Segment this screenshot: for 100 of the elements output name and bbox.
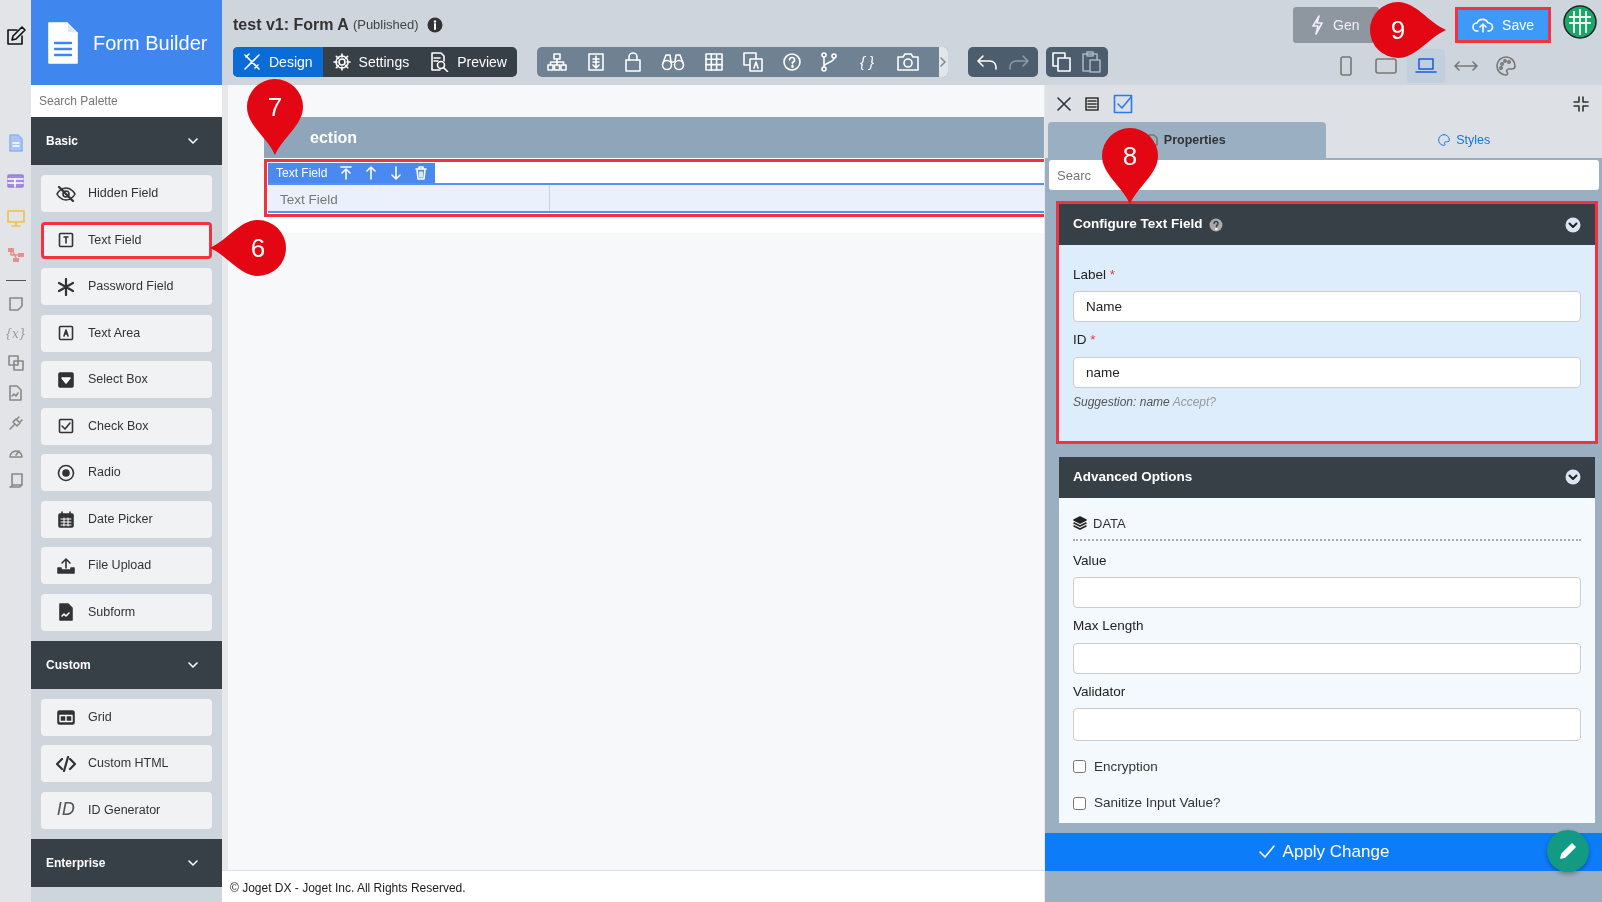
- arrow-down-icon[interactable]: [390, 166, 403, 180]
- palette-item[interactable]: Custom HTML: [41, 745, 212, 782]
- palette-item[interactable]: File Upload: [41, 547, 212, 584]
- callout-tooltip: 6: [208, 218, 288, 278]
- checkbox-label: Encryption: [1094, 757, 1158, 776]
- palette-item[interactable]: Radio: [41, 454, 212, 491]
- mode-tab[interactable]: Settings: [322, 47, 420, 77]
- scroll-icon[interactable]: [8, 473, 23, 489]
- phone-icon: [1340, 56, 1353, 76]
- palette-item[interactable]: ID ID Generator: [41, 791, 212, 829]
- table-icon[interactable]: [7, 174, 24, 188]
- id-glyph: ID: [57, 798, 75, 822]
- document-search-icon: [429, 52, 450, 72]
- category-title: Basic: [46, 133, 79, 150]
- palette-item[interactable]: Check Box: [41, 407, 212, 445]
- form-title: test v1: Form A: [233, 15, 349, 35]
- mode-tab[interactable]: Design: [233, 47, 323, 77]
- category-header[interactable]: Enterprise: [31, 838, 222, 887]
- device-view-button[interactable]: [1407, 49, 1446, 83]
- palette-item[interactable]: Hidden Field: [41, 175, 212, 212]
- code-icon: [56, 755, 76, 772]
- palette-item[interactable]: Password Field: [41, 268, 212, 305]
- apply-button[interactable]: Apply Change: [1045, 833, 1602, 871]
- panel-tab[interactable]: Styles: [1325, 122, 1602, 158]
- upload-icon: [57, 557, 75, 574]
- tablet-icon: [1375, 58, 1398, 74]
- panel-title: Advanced Options: [1073, 467, 1193, 486]
- input-field[interactable]: name: [1073, 356, 1581, 388]
- required-mark: *: [1090, 332, 1096, 348]
- text-field-preview[interactable]: Text Field: [268, 183, 1044, 213]
- required-mark: *: [1109, 267, 1116, 282]
- layers-icon: [1073, 516, 1087, 531]
- field-label: Text Field: [268, 185, 550, 211]
- input-field[interactable]: [1073, 642, 1581, 674]
- grid-icon[interactable]: [705, 53, 723, 71]
- calendar-icon: [58, 510, 74, 528]
- input-field[interactable]: Name: [1073, 291, 1581, 323]
- hierarchy-icon[interactable]: [547, 53, 567, 71]
- branch-icon[interactable]: [821, 52, 837, 72]
- checkbox[interactable]: [1073, 760, 1086, 774]
- input-field[interactable]: [1073, 577, 1581, 609]
- form-status: (Published): [352, 16, 419, 35]
- trash-icon[interactable]: [415, 166, 428, 180]
- binoculars-icon[interactable]: [661, 53, 685, 71]
- group-title: DATA: [1093, 514, 1126, 533]
- info-icon[interactable]: [426, 17, 443, 33]
- lock-icon[interactable]: [625, 52, 641, 72]
- checkbox-icon[interactable]: [1113, 93, 1133, 114]
- chevron-right-icon[interactable]: [939, 57, 947, 67]
- panel-title: Configure Text Field: [1073, 215, 1203, 234]
- compress-icon[interactable]: [1573, 95, 1589, 112]
- panel-header[interactable]: Configure Text Field: [1059, 204, 1595, 245]
- eye-slash-icon: [56, 185, 76, 202]
- plug-icon[interactable]: [7, 415, 24, 431]
- asterisk-icon: [57, 277, 75, 296]
- table-icon: [57, 709, 75, 725]
- palette-item[interactable]: Text Field: [41, 221, 212, 259]
- checkbox-label: Sanitize Input Value?: [1094, 794, 1221, 812]
- category-title: Enterprise: [46, 854, 106, 872]
- category-title: Custom: [46, 656, 91, 674]
- palette-icon: [1438, 134, 1451, 146]
- chevron-circle-icon[interactable]: [1565, 469, 1581, 485]
- cloud-upload-icon: [1472, 16, 1495, 34]
- avatar[interactable]: [1563, 5, 1597, 39]
- help-icon[interactable]: [1208, 217, 1223, 232]
- clipboard-icon[interactable]: [1082, 51, 1102, 73]
- category-header[interactable]: Custom: [31, 640, 222, 689]
- bolt-icon: [1311, 15, 1324, 35]
- undo-icon[interactable]: [976, 53, 998, 71]
- mode-tab[interactable]: Preview: [419, 47, 517, 77]
- help-icon[interactable]: [783, 53, 801, 71]
- search-field[interactable]: Search Palette: [31, 85, 222, 117]
- palette-item[interactable]: Grid: [41, 698, 212, 736]
- copy-icon[interactable]: [1052, 52, 1072, 72]
- camera-icon[interactable]: [897, 53, 919, 71]
- arrow-up-icon[interactable]: [365, 166, 378, 180]
- palette-item[interactable]: Text Area: [41, 314, 212, 352]
- checkbox[interactable]: [1073, 796, 1086, 810]
- form-icon[interactable]: [1085, 96, 1099, 111]
- palette-item[interactable]: Subform: [41, 593, 212, 631]
- section-title: ection: [310, 127, 358, 148]
- close-icon[interactable]: [1057, 96, 1071, 111]
- panel-header[interactable]: Advanced Options: [1059, 456, 1595, 498]
- select-field[interactable]: [1073, 707, 1581, 741]
- list-icon[interactable]: [587, 53, 605, 71]
- chevron-circle-icon[interactable]: [1565, 216, 1581, 233]
- checkbox-icon: [58, 418, 74, 434]
- dropdown-icon: [58, 371, 74, 388]
- field-label: Label: [1073, 267, 1107, 282]
- move-top-icon[interactable]: [340, 166, 353, 180]
- redo-icon[interactable]: [1008, 53, 1030, 71]
- callout-tooltip: 8: [1100, 126, 1160, 206]
- palette-item[interactable]: Select Box: [41, 361, 212, 398]
- code-button[interactable]: { }: [857, 50, 877, 74]
- note-icon[interactable]: [8, 297, 23, 311]
- tools-icon: [243, 53, 261, 71]
- palette-icon: [1496, 56, 1517, 76]
- category-header[interactable]: Basic: [31, 117, 222, 165]
- text-box-icon: [58, 325, 74, 341]
- palette-item[interactable]: Date Picker: [41, 500, 212, 538]
